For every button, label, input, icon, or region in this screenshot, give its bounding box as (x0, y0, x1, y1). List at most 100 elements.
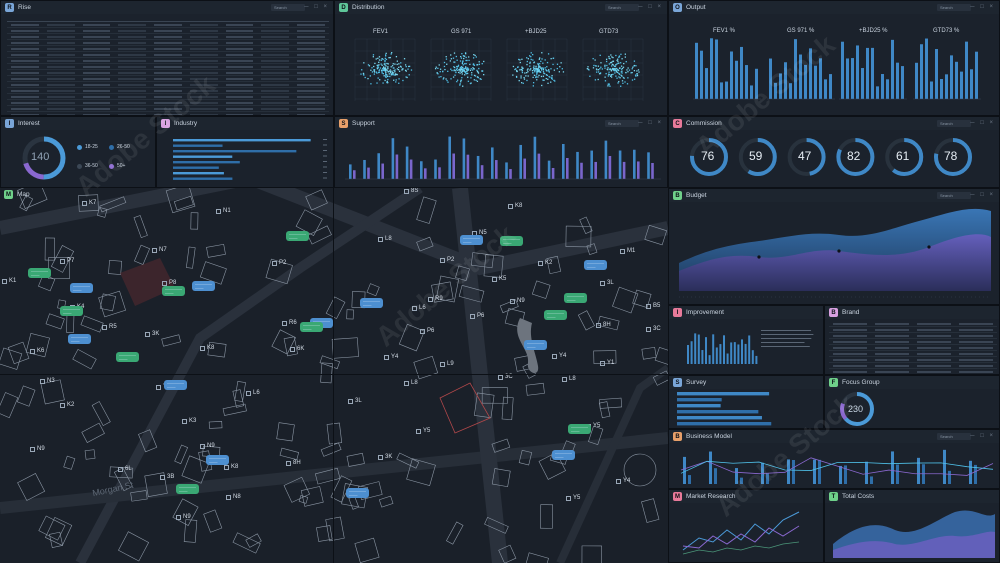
map-marker[interactable]: K2 (538, 260, 552, 266)
chart-bar (901, 66, 904, 99)
map-marker[interactable]: P6 (420, 328, 434, 334)
map-marker[interactable]: P2 (272, 260, 286, 266)
map-marker[interactable]: L8 (404, 380, 418, 386)
scatter-point (620, 65, 623, 67)
window-controls-icon[interactable]: ─ □ × (304, 4, 329, 10)
map-tooltip[interactable]: ──────────── (68, 334, 92, 344)
scatter-point (617, 82, 619, 84)
map-tooltip[interactable]: ──────────── (28, 268, 52, 278)
scatter-point (481, 70, 484, 72)
map-tooltip[interactable]: ──────────── (524, 340, 548, 350)
map-tooltip[interactable]: ──────────── (552, 450, 576, 460)
map-marker[interactable]: L6 (246, 390, 260, 396)
chart-bar (733, 342, 736, 364)
scatter-point (378, 56, 381, 58)
map-marker[interactable]: R9 (428, 296, 443, 302)
map-tooltip[interactable]: ──────────── (544, 310, 568, 320)
series-line (680, 457, 994, 476)
map-tooltip[interactable]: ──────────── (564, 293, 588, 303)
map-tooltip[interactable]: ──────────── (500, 236, 524, 246)
scatter-point (380, 63, 382, 65)
map-marker[interactable]: K8 (508, 203, 522, 209)
chart-bar (608, 155, 612, 179)
map-marker[interactable]: Y4 (384, 354, 398, 360)
map-marker[interactable]: K5 (492, 276, 506, 282)
map-marker[interactable]: K2 (60, 402, 74, 408)
map-tooltip[interactable]: ──────────── (286, 231, 310, 241)
map-panel[interactable]: M Map K1K2K3K4K5K6K7K8K8L6L8L8L8L9L6N1N3… (0, 188, 668, 563)
map-marker[interactable]: K8 (200, 345, 214, 351)
map-marker[interactable]: L6 (412, 305, 426, 311)
map-tooltip[interactable]: ──────────── (360, 298, 384, 308)
tick-mark (323, 172, 327, 173)
map-marker[interactable]: N9 (200, 443, 215, 449)
map-tooltip[interactable]: ──────────── (346, 488, 370, 498)
map-tooltip[interactable]: ──────────── (460, 235, 484, 245)
map-marker[interactable]: 3K (378, 454, 392, 460)
map-marker[interactable]: Y5 (566, 495, 580, 501)
map-marker[interactable]: Y5 (416, 428, 430, 434)
map-marker[interactable]: 8H (596, 322, 611, 328)
map-marker[interactable]: N3 (40, 378, 55, 384)
map-marker[interactable]: M1 (620, 248, 635, 254)
scatter-point (638, 71, 640, 73)
map-marker[interactable]: Y4 (616, 478, 630, 484)
map-marker[interactable]: R6 (282, 320, 297, 326)
marker-square-icon (492, 276, 497, 282)
map-marker[interactable]: 8H (286, 460, 301, 466)
map-marker[interactable]: N1 (216, 208, 231, 214)
map-tooltip[interactable]: ──────────── (206, 455, 230, 465)
map-marker[interactable]: N9 (510, 298, 525, 304)
map-marker[interactable]: L8 (562, 376, 576, 382)
map-marker[interactable]: 8S (404, 188, 418, 194)
map-marker[interactable]: L8 (378, 236, 392, 242)
scatter-point (445, 78, 447, 80)
scatter-point (436, 72, 438, 74)
map-marker[interactable]: K7 (82, 200, 96, 206)
map-marker[interactable]: 3B (160, 474, 174, 480)
map-marker[interactable]: K1 (2, 278, 16, 284)
map-marker[interactable]: R5 (102, 324, 117, 330)
marker-label: N7 (159, 247, 167, 253)
map-marker[interactable]: 6L (118, 466, 132, 472)
map-marker[interactable]: P6 (470, 313, 484, 319)
map-tooltip[interactable]: ──────────── (162, 286, 186, 296)
map-marker[interactable]: P7 (60, 258, 74, 264)
scatter-point (450, 54, 452, 56)
map-marker[interactable]: 3K (145, 331, 159, 337)
map-tooltip[interactable]: ──────────── (70, 283, 94, 293)
map-marker[interactable]: 3L (600, 280, 614, 286)
scatter-point (469, 69, 472, 72)
map-marker[interactable]: 3L (348, 398, 362, 404)
map-marker[interactable]: Y1 (600, 360, 614, 366)
map-marker[interactable]: K3 (182, 418, 196, 424)
scatter-point (471, 69, 474, 71)
map-marker[interactable]: 6K (290, 346, 304, 352)
marker-label: K1 (9, 278, 17, 284)
scatter-point (607, 75, 610, 77)
map-tooltip[interactable]: ──────────── (192, 281, 216, 291)
scatter-point (390, 66, 392, 68)
scatter-point (399, 65, 402, 67)
scatter-point (395, 73, 398, 76)
map-tooltip[interactable]: ──────────── (60, 306, 84, 316)
map-marker[interactable]: Y4 (552, 353, 566, 359)
map-marker[interactable]: N9 (176, 514, 191, 520)
map-tooltip[interactable]: ──────────── (568, 424, 592, 434)
map-marker[interactable]: N8 (226, 494, 241, 500)
marker-label: L6 (253, 390, 260, 396)
map-marker[interactable]: N9 (30, 446, 45, 452)
map-marker[interactable]: P2 (440, 257, 454, 263)
map-tooltip[interactable]: ──────────── (584, 260, 608, 270)
rise-search-input[interactable]: Search (271, 4, 305, 11)
map-marker[interactable]: B5 (646, 303, 660, 309)
map-tooltip[interactable]: ──────────── (116, 352, 140, 362)
map-marker[interactable]: N7 (152, 247, 167, 253)
chart-bar (955, 61, 958, 99)
map-tooltip[interactable]: ──────────── (300, 322, 324, 332)
map-marker[interactable]: K6 (30, 348, 44, 354)
map-marker[interactable]: L9 (440, 361, 454, 367)
map-marker[interactable]: 3C (646, 326, 661, 332)
map-tooltip[interactable]: ──────────── (164, 380, 188, 390)
map-tooltip[interactable]: ──────────── (176, 484, 200, 494)
